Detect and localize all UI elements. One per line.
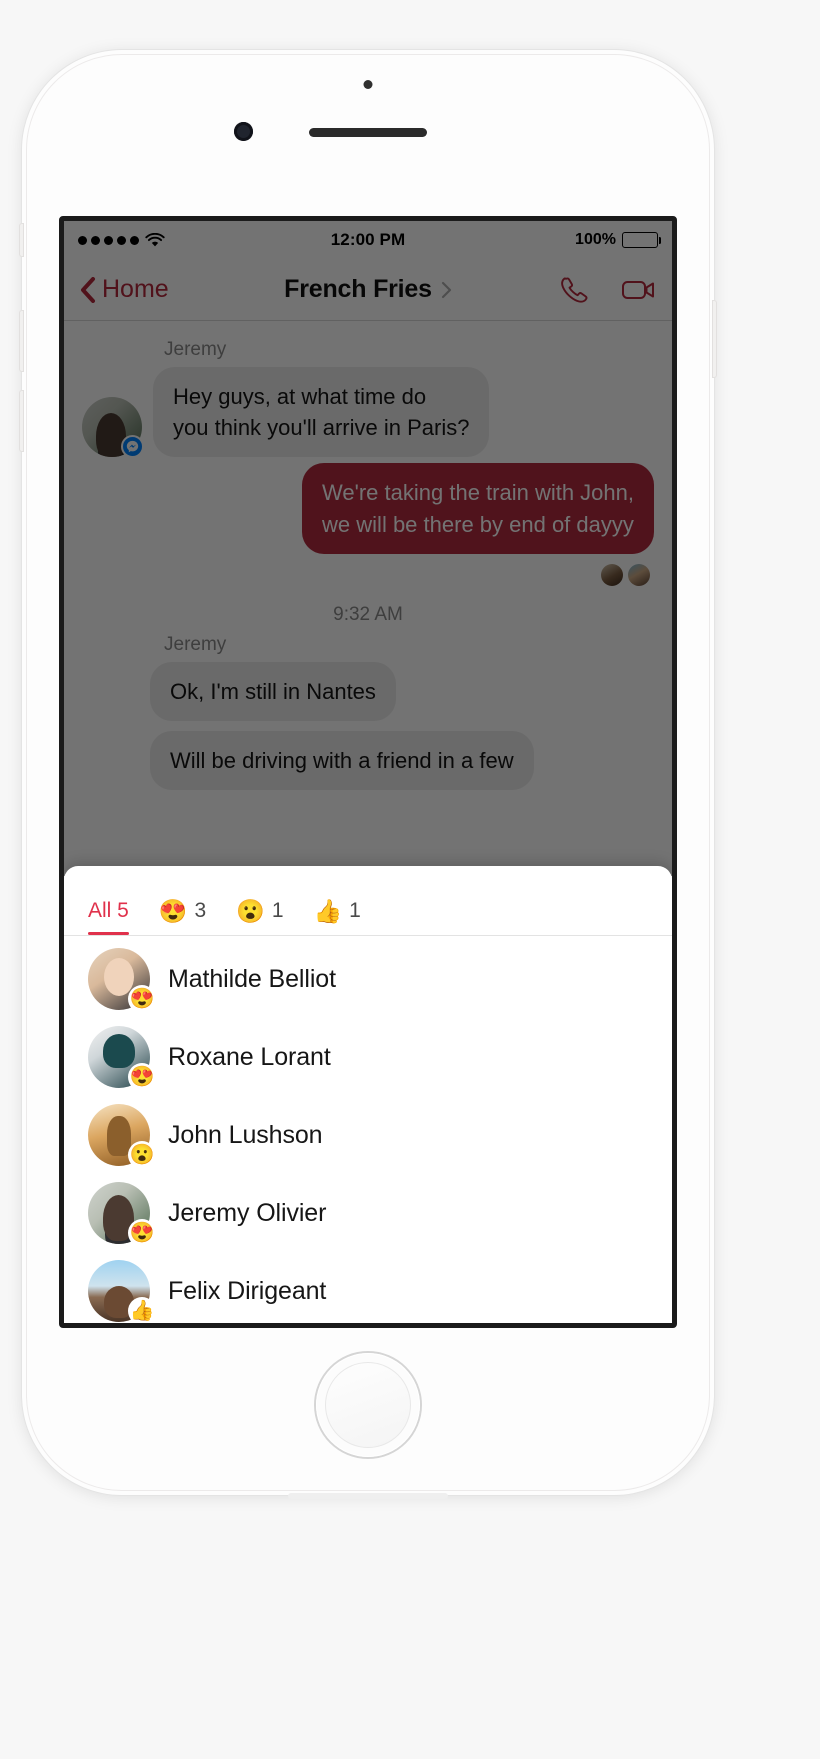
message-row-incoming: Hey guys, at what time do you think you'… — [64, 367, 672, 459]
reader-avatar-1 — [601, 563, 623, 586]
front-camera-icon — [234, 122, 253, 141]
message-bubble[interactable]: Will be driving with a friend in a few — [150, 731, 534, 791]
reactors-list: 😍 Mathilde Belliot 😍 Roxane Lorant 😮 Joh… — [64, 936, 672, 1323]
chat-background: 12:00 PM 100% Home French Fries Jeremy H… — [64, 221, 672, 876]
proximity-sensor-icon — [363, 80, 373, 89]
reaction-badge-icon: 😍 — [128, 1219, 156, 1247]
wow-emoji-icon: 😮 — [236, 897, 265, 924]
reactor-name: Mathilde Belliot — [168, 964, 336, 993]
power-button[interactable] — [712, 300, 717, 378]
phone-device-frame: 12:00 PM 100% Home French Fries Jeremy H… — [19, 50, 717, 1499]
chevron-right-icon — [441, 281, 452, 299]
reaction-badge-icon: 😍 — [128, 985, 156, 1013]
antenna-line — [288, 1493, 448, 1499]
home-button[interactable] — [316, 1353, 420, 1457]
tab-love-count: 3 — [194, 899, 207, 922]
felix-avatar: 👍 — [88, 1260, 156, 1323]
volume-up-button[interactable] — [19, 310, 24, 372]
reaction-badge-icon: 😮 — [128, 1141, 156, 1169]
message-bubble[interactable]: We're taking the train with John, we wil… — [302, 463, 654, 554]
tab-all-reactions[interactable]: All 5 — [88, 899, 129, 935]
back-to-home-button[interactable]: Home — [80, 275, 260, 304]
silent-switch-button[interactable] — [19, 223, 24, 257]
reader-avatar-2 — [628, 563, 650, 586]
timestamp-divider: 9:32 AM — [333, 603, 403, 625]
reactor-name: Jeremy Olivier — [168, 1198, 327, 1227]
john-avatar: 😮 — [88, 1104, 156, 1169]
reaction-badge-icon: 👍 — [128, 1297, 156, 1323]
thumbs-up-emoji-icon: 👍 — [313, 897, 343, 924]
message-row-outgoing: We're taking the train with John, we wil… — [64, 463, 672, 554]
tab-reaction-like[interactable]: 👍 1 — [314, 899, 361, 935]
tab-wow-count: 1 — [271, 899, 284, 922]
tab-like-count: 1 — [349, 899, 361, 922]
reactor-name: Roxane Lorant — [168, 1042, 331, 1071]
tab-reaction-love[interactable]: 😍 3 — [159, 899, 206, 935]
message-list: Jeremy Hey guys, at what time do you thi… — [64, 321, 672, 791]
earpiece-speaker — [309, 128, 427, 137]
list-item[interactable]: 😍 Roxane Lorant — [64, 1018, 672, 1096]
video-camera-icon[interactable] — [620, 273, 656, 307]
reactor-name: Felix Dirigeant — [168, 1276, 327, 1305]
list-item[interactable]: 😮 John Lushson — [64, 1096, 672, 1174]
message-sender-name: Jeremy — [164, 339, 227, 360]
list-item[interactable]: 👍 Felix Dirigeant — [64, 1252, 672, 1323]
phone-icon[interactable] — [556, 273, 592, 307]
jeremy-avatar: 😍 — [88, 1182, 156, 1247]
messenger-icon — [121, 435, 144, 459]
status-bar-time: 12:00 PM — [330, 230, 406, 249]
tab-all-label: All 5 — [88, 899, 129, 922]
volume-down-button[interactable] — [19, 390, 24, 452]
battery-percent-label: 100% — [575, 231, 616, 248]
reaction-badge-icon: 😍 — [128, 1063, 156, 1091]
navigation-bar: Home French Fries — [64, 259, 672, 321]
cellular-signal-icon — [78, 235, 139, 245]
reactor-name: John Lushson — [168, 1120, 323, 1149]
tab-reaction-wow[interactable]: 😮 1 — [236, 899, 283, 935]
wifi-icon — [145, 232, 165, 248]
message-bubble[interactable]: Hey guys, at what time do you think you'… — [153, 367, 490, 458]
list-item[interactable]: 😍 Jeremy Olivier — [64, 1174, 672, 1252]
chevron-left-icon — [80, 276, 96, 303]
jeremy-avatar[interactable] — [82, 397, 144, 459]
status-bar: 12:00 PM 100% — [64, 221, 672, 259]
page-title: French Fries — [284, 275, 432, 303]
message-sender-name: Jeremy — [164, 633, 227, 655]
message-row-incoming: Will be driving with a friend in a few — [64, 731, 672, 791]
message-row-incoming: Ok, I'm still in Nantes — [64, 661, 672, 722]
love-emoji-icon: 😍 — [158, 897, 188, 924]
reactions-sheet: All 5 😍 3 😮 1 👍 1 😍 Mathilde Belliot 😍 R… — [64, 866, 672, 1323]
read-receipt-group — [64, 560, 672, 586]
mathilde-avatar: 😍 — [88, 948, 156, 1013]
message-bubble[interactable]: Ok, I'm still in Nantes — [150, 661, 396, 722]
phone-screen: 12:00 PM 100% Home French Fries Jeremy H… — [59, 216, 677, 1328]
battery-icon — [621, 232, 662, 248]
roxane-avatar: 😍 — [88, 1026, 156, 1091]
back-button-label: Home — [102, 275, 169, 303]
list-item[interactable]: 😍 Mathilde Belliot — [64, 940, 672, 1018]
reaction-tab-bar: All 5 😍 3 😮 1 👍 1 — [64, 866, 672, 936]
